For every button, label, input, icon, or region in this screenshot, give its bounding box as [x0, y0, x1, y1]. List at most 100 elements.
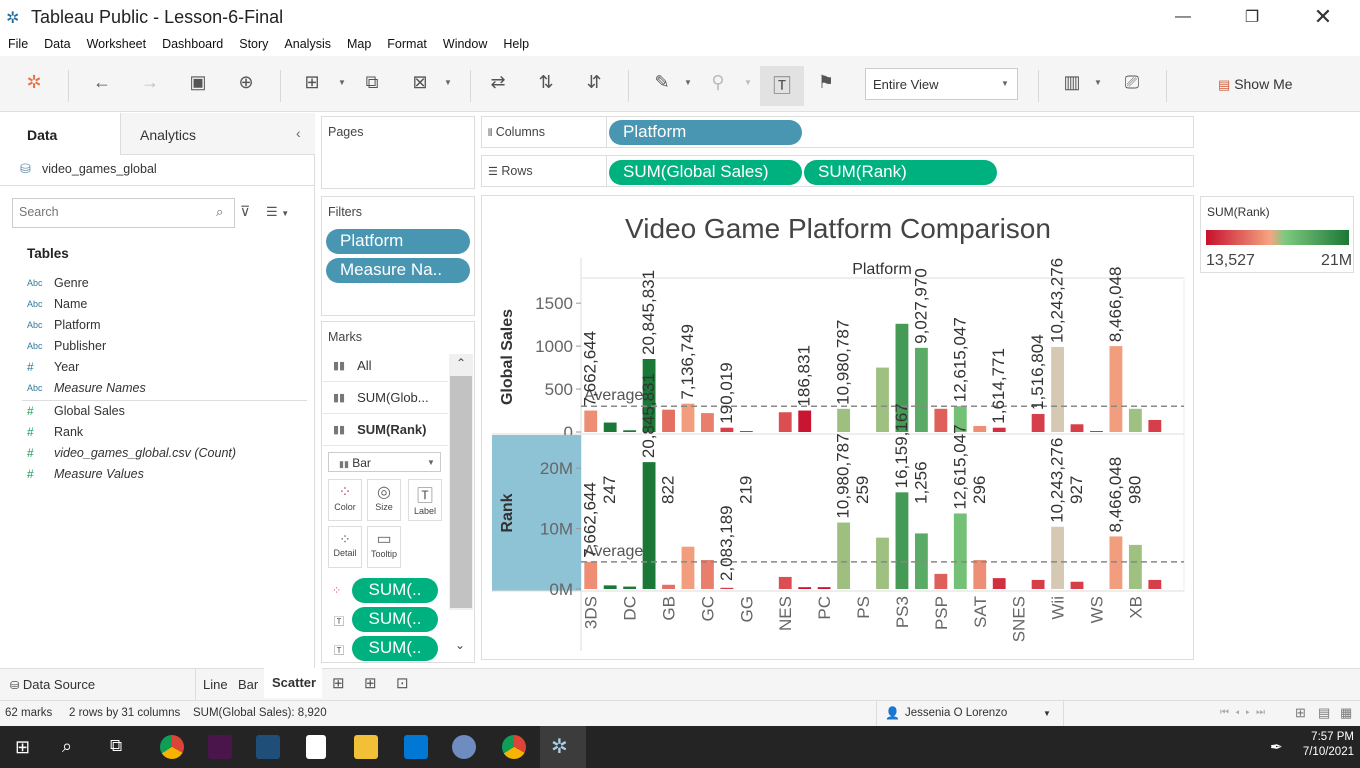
menu-analysis[interactable]: Analysis: [276, 34, 339, 56]
filter-icon[interactable]: ⊽: [240, 203, 250, 220]
label-button[interactable]: 🅃 Label: [408, 479, 442, 521]
tab-analytics[interactable]: Analytics: [120, 113, 315, 155]
field-publisher[interactable]: Abc Publisher: [27, 337, 106, 355]
clock[interactable]: 7:57 PM 7/10/2021: [1302, 731, 1354, 758]
taskbar-active-app[interactable]: ✲: [540, 726, 586, 768]
redo-icon[interactable]: →: [136, 72, 164, 98]
show-sheet-sorter-icon[interactable]: ▤: [1318, 705, 1330, 721]
marks-pill-color[interactable]: SUM(..: [352, 578, 438, 603]
menu-file[interactable]: File: [0, 34, 36, 56]
menu-dashboard[interactable]: Dashboard: [154, 34, 231, 56]
sort-ascending-icon[interactable]: ⇅: [532, 72, 560, 98]
marks-scrollbar[interactable]: ⌃: [449, 354, 473, 610]
task-view-icon[interactable]: ⧉: [110, 736, 122, 756]
chrome-icon[interactable]: [160, 735, 184, 759]
search-icon[interactable]: ⌕: [62, 736, 72, 757]
field-rank[interactable]: # Rank: [27, 423, 83, 441]
show-mark-labels-icon[interactable]: 🅃: [768, 72, 796, 98]
menu-help[interactable]: Help: [495, 34, 537, 56]
search-input[interactable]: [13, 199, 203, 225]
marks-tab-rank[interactable]: ▮▮ SUM(Rank): [323, 414, 448, 446]
menu-data[interactable]: Data: [36, 34, 78, 56]
menu-window[interactable]: Window: [435, 34, 495, 56]
new-worksheet-icon[interactable]: ⊞: [332, 674, 345, 692]
rows-pill-rank[interactable]: SUM(Rank): [804, 160, 997, 185]
scrollbar-thumb[interactable]: [450, 376, 472, 608]
sort-descending-icon[interactable]: ⇵: [580, 72, 608, 98]
marks-tab-all[interactable]: ▮▮ All: [323, 350, 448, 382]
show-hide-cards-icon[interactable]: ▥: [1058, 72, 1086, 98]
sheet-tab-scatter[interactable]: Scatter: [264, 668, 322, 698]
pen-icon[interactable]: ✒: [1270, 738, 1283, 756]
data-source-tab[interactable]: ⛁ Data Source: [10, 677, 95, 692]
field-measure-names[interactable]: Abc Measure Names: [27, 379, 146, 397]
collapse-pane-icon[interactable]: ‹: [296, 125, 301, 141]
view-list-icon[interactable]: ☰ ▼: [266, 204, 289, 220]
tab-data[interactable]: Data: [0, 113, 120, 155]
color-button[interactable]: ⁘ Color: [328, 479, 362, 521]
presentation-mode-icon[interactable]: ⎚: [1118, 72, 1146, 98]
clear-sheet-icon[interactable]: ⊠: [406, 72, 434, 98]
new-story-icon[interactable]: ⊡: [396, 674, 409, 692]
tableau-home-icon[interactable]: ✲: [20, 72, 48, 98]
save-icon[interactable]: ▣: [184, 72, 212, 98]
rows-pill-global-sales[interactable]: SUM(Global Sales): [609, 160, 802, 185]
marks-pill-label-2[interactable]: SUM(..: [352, 636, 438, 661]
sheet-tab-line[interactable]: Line: [203, 677, 228, 692]
detail-button[interactable]: ⁘ Detail: [328, 526, 362, 568]
fit-dropdown[interactable]: Entire View ▼: [865, 68, 1018, 100]
chrome-profile-icon[interactable]: [502, 735, 526, 759]
field-measure-values[interactable]: # Measure Values: [27, 465, 144, 483]
tooltip-button[interactable]: ▭ Tooltip: [367, 526, 401, 568]
slack-icon[interactable]: [208, 735, 232, 759]
sheet-tab-bar[interactable]: Bar: [238, 677, 258, 692]
field-global-sales[interactable]: # Global Sales: [27, 402, 125, 420]
pages-card[interactable]: Pages: [321, 116, 475, 189]
menu-story[interactable]: Story: [231, 34, 276, 56]
show-me-button[interactable]: ▤ Show Me: [1218, 76, 1293, 93]
show-filmstrip-icon[interactable]: ⊞: [1295, 705, 1306, 721]
menu-format[interactable]: Format: [379, 34, 435, 56]
field-genre[interactable]: Abc Genre: [27, 274, 89, 292]
new-worksheet-icon[interactable]: ⊞: [298, 72, 326, 98]
field-name[interactable]: Abc Name: [27, 295, 87, 313]
scroll-down-icon[interactable]: ⌄: [455, 638, 465, 652]
r-icon[interactable]: [452, 735, 476, 759]
menu-worksheet[interactable]: Worksheet: [79, 34, 155, 56]
show-tabs-icon[interactable]: ▦: [1340, 705, 1352, 721]
group-members-icon[interactable]: ⚲: [704, 72, 732, 98]
highlight-icon[interactable]: ✎: [648, 72, 676, 98]
vscode-icon[interactable]: [404, 735, 428, 759]
mark-type-dropdown[interactable]: ▮▮ Bar ▼: [328, 452, 441, 472]
mysql-workbench-icon[interactable]: [256, 735, 280, 759]
field-year[interactable]: # Year: [27, 358, 79, 376]
filter-pill-measure-names[interactable]: Measure Na..: [326, 258, 470, 283]
notepad-icon[interactable]: [306, 735, 326, 759]
file-explorer-icon[interactable]: [354, 735, 378, 759]
minimize-button[interactable]: —: [1160, 0, 1206, 34]
size-button[interactable]: ◎ Size: [367, 479, 401, 521]
columns-shelf[interactable]: ⫴ Columns: [481, 116, 1194, 148]
close-button[interactable]: ✕: [1300, 0, 1346, 34]
fix-axes-icon[interactable]: ⚑: [812, 72, 840, 98]
columns-pill-platform[interactable]: Platform: [609, 120, 802, 145]
maximize-button[interactable]: ❐: [1229, 0, 1275, 34]
sheet-navigation-icons[interactable]: ⏮◂▸⏭: [1220, 707, 1271, 718]
datasource-name[interactable]: video_games_global: [42, 162, 157, 176]
duplicate-sheet-icon[interactable]: ⧉: [358, 72, 386, 98]
marks-tab-global-sales[interactable]: ▮▮ SUM(Glob...: [323, 382, 448, 414]
windows-start-icon[interactable]: ⊞: [15, 737, 30, 758]
new-dashboard-icon[interactable]: ⊞: [364, 674, 377, 692]
field-count[interactable]: # video_games_global.csv (Count): [27, 444, 236, 462]
menu-map[interactable]: Map: [339, 34, 379, 56]
field-platform[interactable]: Abc Platform: [27, 316, 101, 334]
new-datasource-icon[interactable]: ⊕: [232, 72, 260, 98]
search-box[interactable]: ⌕: [12, 198, 235, 228]
scroll-up-icon[interactable]: ⌃: [456, 356, 466, 370]
filter-pill-platform[interactable]: Platform: [326, 229, 470, 254]
filters-card[interactable]: Filters: [321, 196, 475, 316]
marks-pill-label-1[interactable]: SUM(..: [352, 607, 438, 632]
undo-icon[interactable]: ←: [88, 72, 116, 98]
bar-chart[interactable]: Video Game Platform Comparison Platform Gl…: [482, 196, 1193, 659]
user-menu[interactable]: 👤 Jessenia O Lorenzo ▼: [876, 701, 1064, 727]
